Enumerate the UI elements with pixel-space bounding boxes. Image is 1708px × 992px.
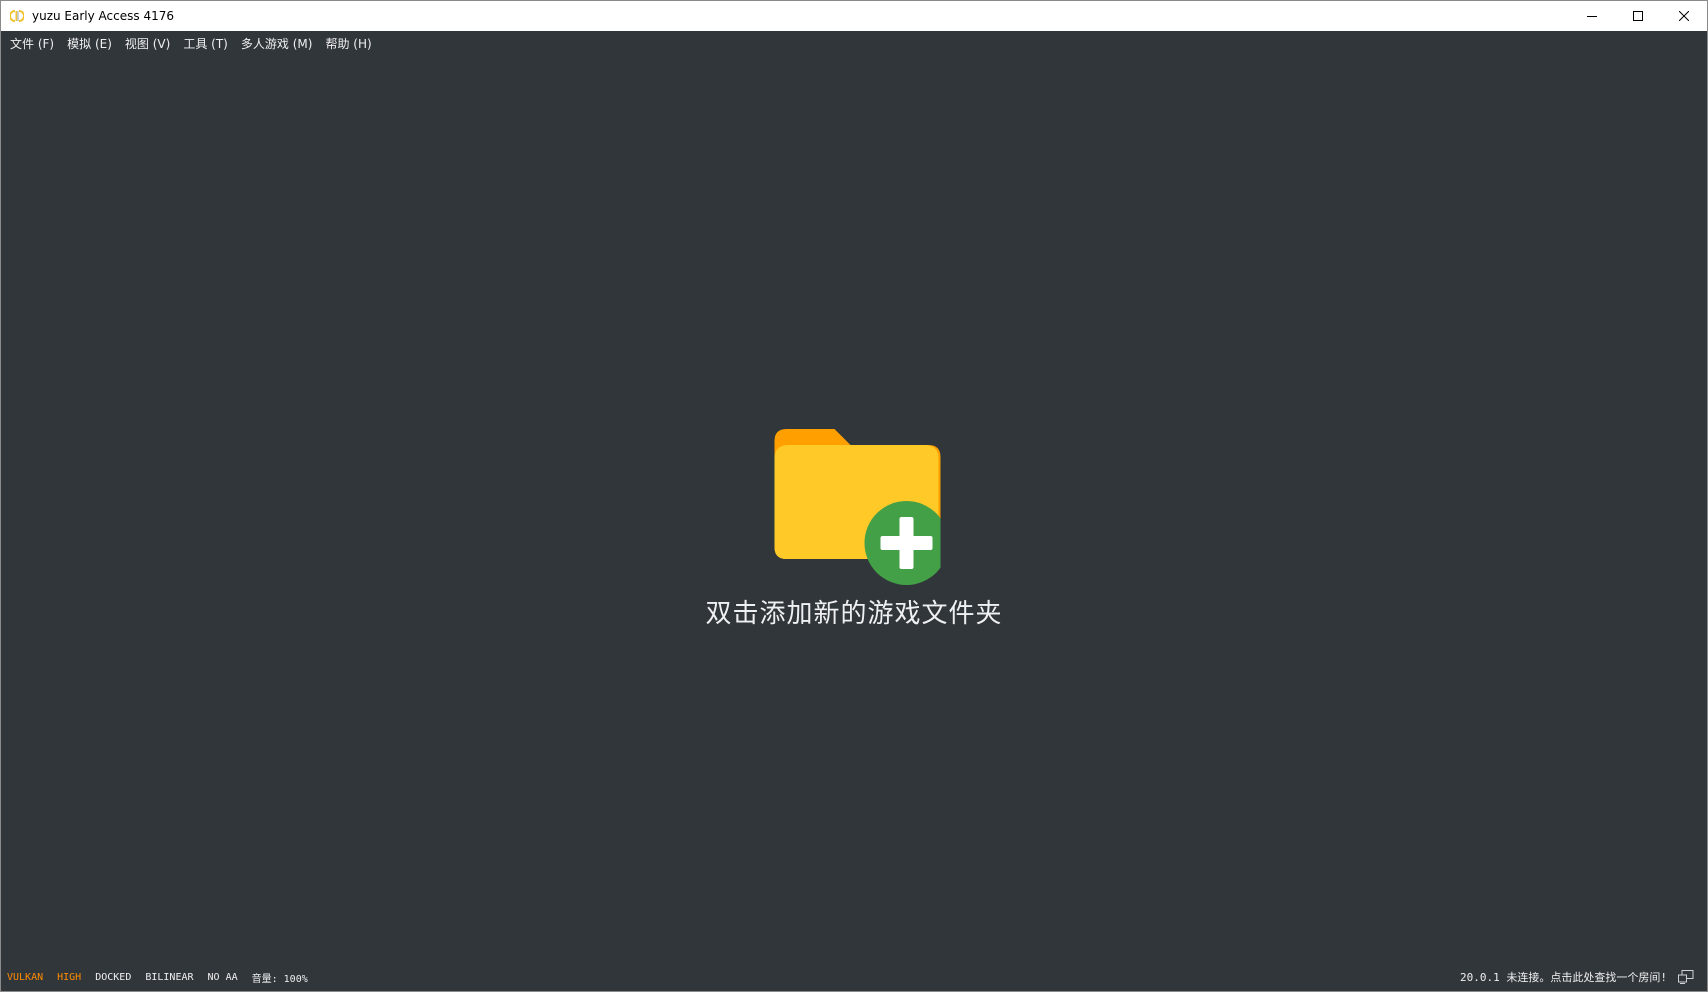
network-disconnected-icon[interactable] (1677, 968, 1695, 986)
menu-tools-label: 工具 (183, 37, 208, 51)
menu-file-mnemonic: (F) (37, 37, 55, 51)
menu-emulation[interactable]: 模拟 (E) (62, 32, 120, 56)
menu-bar: 文件 (F) 模拟 (E) 视图 (V) 工具 (T) 多人游戏 (M) 帮助 … (1, 31, 1707, 57)
menu-multiplayer-label: 多人游戏 (240, 37, 289, 51)
menu-multiplayer[interactable]: 多人游戏 (M) (236, 32, 321, 56)
menu-tools[interactable]: 工具 (T) (178, 32, 236, 56)
minimize-icon (1587, 16, 1597, 17)
menu-help-mnemonic: (H) (353, 37, 372, 51)
menu-help[interactable]: 帮助 (H) (320, 32, 379, 56)
close-button[interactable] (1661, 1, 1707, 31)
menu-file-label: 文件 (10, 37, 35, 51)
status-volume[interactable]: 音量: 100% (252, 970, 308, 985)
status-network-text: 未连接。点击此处查找一个房间! (1506, 971, 1667, 984)
status-bar: VULKAN HIGH DOCKED BILINEAR NO AA 音量: 10… (1, 963, 1707, 991)
menu-view[interactable]: 视图 (V) (120, 32, 178, 56)
status-renderer[interactable]: VULKAN (7, 972, 43, 983)
folder-add-icon[interactable] (768, 429, 940, 585)
status-gpu-accuracy[interactable]: HIGH (57, 972, 81, 983)
window-controls (1569, 1, 1707, 31)
maximize-button[interactable] (1615, 1, 1661, 31)
status-anti-aliasing[interactable]: NO AA (208, 972, 238, 983)
menu-file[interactable]: 文件 (F) (5, 32, 62, 56)
title-bar[interactable]: yuzu Early Access 4176 (1, 1, 1707, 31)
menu-emulation-mnemonic: (E) (94, 37, 112, 51)
menu-multiplayer-mnemonic: (M) (292, 37, 313, 51)
menu-help-label: 帮助 (325, 37, 350, 51)
close-icon (1679, 11, 1689, 21)
status-version: 20.0.1 (1460, 971, 1500, 984)
status-filter[interactable]: BILINEAR (145, 972, 193, 983)
window-title: yuzu Early Access 4176 (32, 9, 174, 23)
main-window: yuzu Early Access 4176 文件 (F) 模拟 (E) 视图 … (0, 0, 1708, 992)
status-network[interactable]: 20.0.1 未连接。点击此处查找一个房间! (1460, 969, 1667, 985)
maximize-icon (1633, 11, 1643, 21)
menu-tools-mnemonic: (T) (211, 37, 228, 51)
status-dock-mode[interactable]: DOCKED (95, 972, 131, 983)
status-right: 20.0.1 未连接。点击此处查找一个房间! (1460, 963, 1707, 991)
menu-emulation-label: 模拟 (67, 37, 92, 51)
menu-view-label: 视图 (124, 37, 149, 51)
game-list-area[interactable]: 双击添加新的游戏文件夹 (1, 57, 1707, 963)
add-folder-label: 双击添加新的游戏文件夹 (705, 599, 1003, 629)
add-game-folder-prompt[interactable]: 双击添加新的游戏文件夹 (705, 429, 1002, 630)
menu-view-mnemonic: (V) (152, 37, 171, 51)
status-left: VULKAN HIGH DOCKED BILINEAR NO AA 音量: 10… (1, 970, 322, 985)
yuzu-logo-icon (9, 8, 25, 24)
minimize-button[interactable] (1569, 1, 1615, 31)
